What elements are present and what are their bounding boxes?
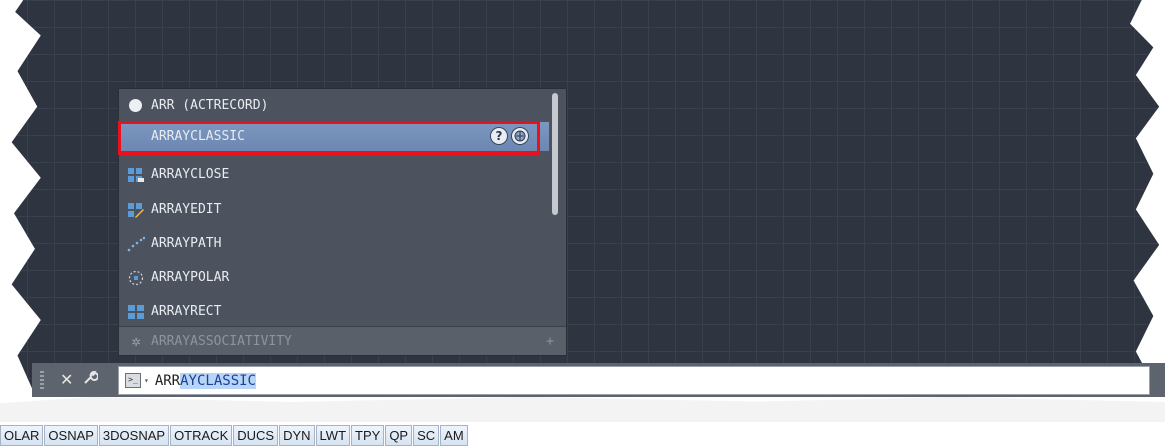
status-toggle-sc[interactable]: SC <box>413 425 440 446</box>
expand-icon[interactable]: + <box>546 334 554 349</box>
close-icon[interactable]: ✕ <box>60 370 73 389</box>
status-toggle-3dosnap[interactable]: 3DOSNAP <box>98 425 170 446</box>
array-rect-icon <box>127 304 145 320</box>
gear-icon: ✲ <box>131 332 141 350</box>
prompt-icon[interactable]: >_ <box>125 373 141 388</box>
autocomplete-item-label: ARRAYEDIT <box>151 202 222 217</box>
array-polar-icon <box>127 270 145 286</box>
array-close-icon <box>127 167 145 183</box>
screenshot: ARR (ACTRECORD) ARRAYCLASSIC ? ARRAYCLOS… <box>0 0 1165 448</box>
chevron-down-icon[interactable]: ▾ <box>144 376 149 385</box>
autocomplete-item-label: ARRAYRECT <box>151 304 222 319</box>
torn-edge-strip <box>0 397 1165 422</box>
autocomplete-item-label: ARRAYPOLAR <box>151 270 230 285</box>
system-variable-row[interactable]: ✲ ARRAYASSOCIATIVITY + <box>119 326 566 355</box>
status-toggle-dyn[interactable]: DYN <box>279 425 315 446</box>
autocomplete-item[interactable]: ARRAYPOLAR <box>119 263 549 292</box>
autocomplete-scrollbar[interactable] <box>552 93 558 215</box>
array-edit-icon <box>127 202 145 218</box>
status-bar: OLAR OSNAP 3DOSNAP OTRACK DUCS DYN LWT T… <box>0 425 469 448</box>
autocomplete-item[interactable]: ARR (ACTRECORD) <box>119 91 549 120</box>
array-path-icon <box>127 236 146 252</box>
status-toggle-polar[interactable]: OLAR <box>0 425 44 446</box>
autocompleted-text: AYCLASSIC <box>180 372 256 389</box>
grip-handle[interactable] <box>40 371 44 389</box>
status-toggle-lwt[interactable]: LWT <box>315 425 351 446</box>
record-circle-icon <box>127 98 145 114</box>
system-variable-label: ARRAYASSOCIATIVITY <box>151 333 292 349</box>
autocomplete-item-label: ARR (ACTRECORD) <box>151 98 269 113</box>
status-toggle-tpy[interactable]: TPY <box>351 425 385 446</box>
command-input[interactable]: >_ ▾ ARR AYCLASSIC <box>118 366 1150 395</box>
status-toggle-osnap[interactable]: OSNAP <box>44 425 98 446</box>
wrench-icon[interactable] <box>82 369 99 389</box>
autocomplete-item[interactable]: ARRAYCLOSE <box>119 160 549 189</box>
status-toggle-am[interactable]: AM <box>440 425 468 446</box>
highlight-frame <box>118 121 540 155</box>
autocomplete-item[interactable]: ARRAYRECT <box>119 297 549 326</box>
status-toggle-ducs[interactable]: DUCS <box>233 425 279 446</box>
status-toggle-qp[interactable]: QP <box>385 425 413 446</box>
status-toggle-otrack[interactable]: OTRACK <box>170 425 233 446</box>
typed-text: ARR <box>154 372 181 389</box>
autocomplete-item-label: ARRAYCLOSE <box>151 167 230 182</box>
autocomplete-item-label: ARRAYPATH <box>151 236 222 251</box>
autocomplete-item[interactable]: ARRAYPATH <box>119 229 549 258</box>
autocomplete-item[interactable]: ARRAYEDIT <box>119 195 549 224</box>
